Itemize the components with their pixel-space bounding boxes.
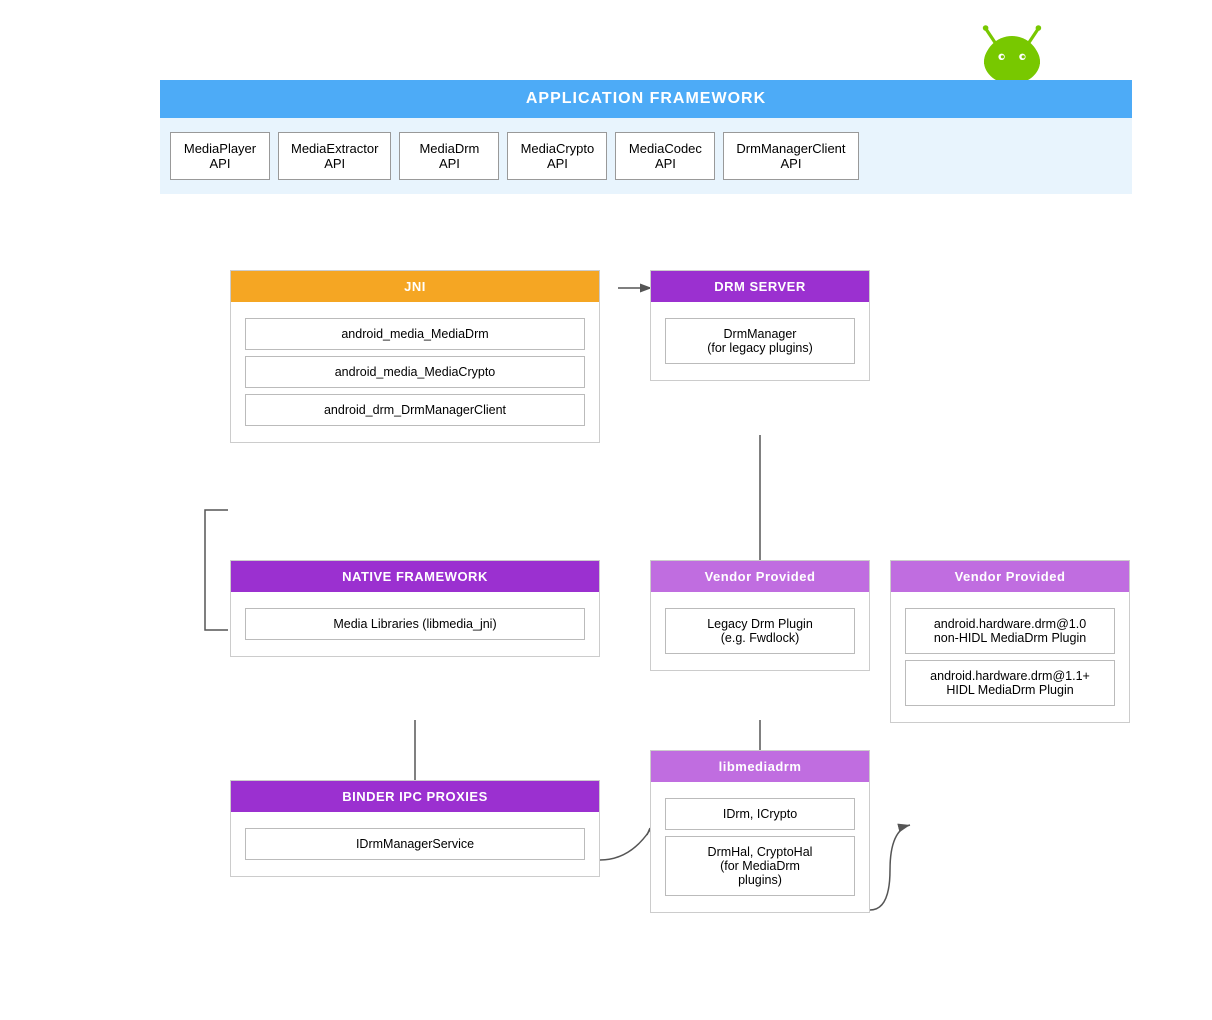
- jni-header: JNI: [231, 271, 599, 302]
- vendor1-item-1: Legacy Drm Plugin (e.g. Fwdlock): [665, 608, 855, 654]
- binder-ipc-body: IDrmManagerService: [231, 812, 599, 876]
- vendor2-body: android.hardware.drm@1.0 non-HIDL MediaD…: [891, 592, 1129, 722]
- vendor2-section: Vendor Provided android.hardware.drm@1.0…: [890, 560, 1130, 723]
- vendor1-body: Legacy Drm Plugin (e.g. Fwdlock): [651, 592, 869, 670]
- libmediadrm-section: libmediadrm IDrm, ICrypto DrmHal, Crypto…: [650, 750, 870, 913]
- api-box-mediaplayer: MediaPlayerAPI: [170, 132, 270, 180]
- native-framework-section: NATIVE FRAMEWORK Media Libraries (libmed…: [230, 560, 600, 657]
- diagram-area: JNI android_media_MediaDrm android_media…: [160, 270, 1172, 990]
- jni-section: JNI android_media_MediaDrm android_media…: [230, 270, 600, 443]
- binder-ipc-item-1: IDrmManagerService: [245, 828, 585, 860]
- libmediadrm-body: IDrm, ICrypto DrmHal, CryptoHal (for Med…: [651, 782, 869, 912]
- vendor1-section: Vendor Provided Legacy Drm Plugin (e.g. …: [650, 560, 870, 671]
- jni-item-3: android_drm_DrmManagerClient: [245, 394, 585, 426]
- vendor1-header: Vendor Provided: [651, 561, 869, 592]
- libmediadrm-item-1: IDrm, ICrypto: [665, 798, 855, 830]
- jni-body: android_media_MediaDrm android_media_Med…: [231, 302, 599, 442]
- api-box-mediaextractor: MediaExtractorAPI: [278, 132, 391, 180]
- app-framework-body: MediaPlayerAPI MediaExtractorAPI MediaDr…: [160, 118, 1132, 194]
- drm-server-item-1: DrmManager (for legacy plugins): [665, 318, 855, 364]
- jni-item-1: android_media_MediaDrm: [245, 318, 585, 350]
- vendor2-item-2: android.hardware.drm@1.1+ HIDL MediaDrm …: [905, 660, 1115, 706]
- vendor2-item-1: android.hardware.drm@1.0 non-HIDL MediaD…: [905, 608, 1115, 654]
- api-box-mediacrypto: MediaCryptoAPI: [507, 132, 607, 180]
- api-box-drmmanagerclient: DrmManagerClientAPI: [723, 132, 858, 180]
- vendor2-header: Vendor Provided: [891, 561, 1129, 592]
- drm-server-header: DRM SERVER: [651, 271, 869, 302]
- api-box-mediadrm: MediaDrmAPI: [399, 132, 499, 180]
- libmediadrm-header: libmediadrm: [651, 751, 869, 782]
- native-framework-item-1: Media Libraries (libmedia_jni): [245, 608, 585, 640]
- native-framework-body: Media Libraries (libmedia_jni): [231, 592, 599, 656]
- app-framework-header: APPLICATION FRAMEWORK: [160, 80, 1132, 118]
- binder-ipc-header: BINDER IPC PROXIES: [231, 781, 599, 812]
- binder-ipc-section: BINDER IPC PROXIES IDrmManagerService: [230, 780, 600, 877]
- native-framework-header: NATIVE FRAMEWORK: [231, 561, 599, 592]
- drm-server-body: DrmManager (for legacy plugins): [651, 302, 869, 380]
- app-framework-section: APPLICATION FRAMEWORK MediaPlayerAPI Med…: [160, 80, 1132, 194]
- api-box-mediacodec: MediaCodecAPI: [615, 132, 715, 180]
- drm-server-section: DRM SERVER DrmManager (for legacy plugin…: [650, 270, 870, 381]
- libmediadrm-item-2: DrmHal, CryptoHal (for MediaDrm plugins): [665, 836, 855, 896]
- jni-item-2: android_media_MediaCrypto: [245, 356, 585, 388]
